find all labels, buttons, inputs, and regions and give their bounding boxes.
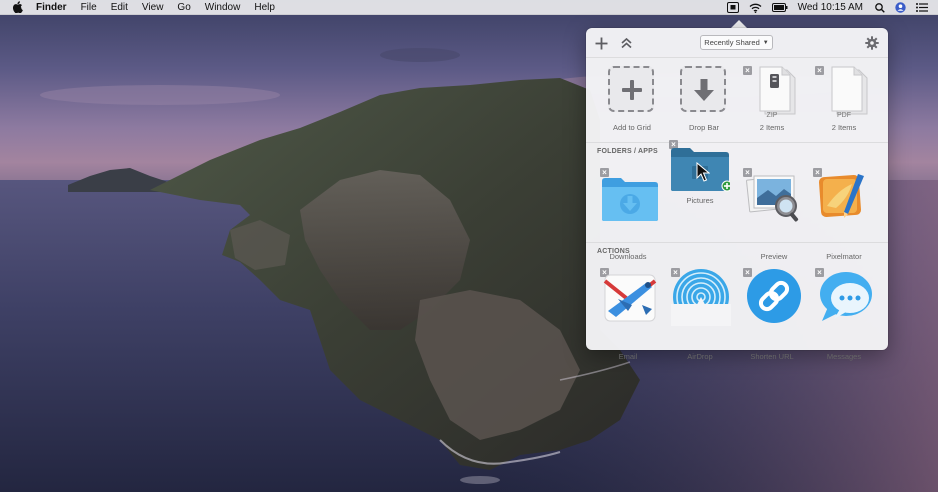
menu-go[interactable]: Go (177, 2, 190, 13)
preview-app-tile[interactable]: × Preview (742, 168, 806, 261)
add-to-grid-label: Add to Grid (613, 123, 651, 132)
zip-badge: ZIP (766, 112, 778, 119)
zip-items-label: 2 Items (759, 123, 785, 132)
airdrop-icon (671, 269, 731, 326)
zip-items-tile[interactable]: × ZIP 2 Items (740, 64, 804, 144)
battery-icon[interactable] (771, 0, 788, 15)
menu-file[interactable]: File (81, 2, 97, 13)
search-icon[interactable] (875, 0, 885, 15)
settings-button[interactable] (864, 35, 880, 51)
pixelmator-app-icon (818, 174, 864, 218)
actions-heading: ACTIONS (597, 248, 630, 255)
add-to-grid-tile[interactable]: Add to Grid (600, 64, 664, 144)
menu-bar-status-area: Wed 10:15 AM (726, 0, 938, 15)
messages-icon (820, 272, 872, 321)
collapse-button[interactable] (618, 35, 634, 51)
apple-icon[interactable] (12, 1, 24, 13)
arrow-down-icon (694, 79, 714, 101)
folders-apps-heading: FOLDERS / APPS (597, 148, 658, 155)
section-divider (586, 142, 888, 143)
drop-bar-tile[interactable]: Drop Bar (672, 64, 736, 144)
airdrop-action-tile[interactable]: × AirDrop (668, 268, 732, 361)
zip-file-icon (759, 66, 796, 115)
add-button[interactable] (593, 35, 609, 51)
plus-icon (622, 80, 642, 100)
email-icon (603, 274, 657, 322)
recently-shared-dropdown[interactable]: Recently Shared ▼ (700, 35, 773, 50)
messages-label: Messages (826, 352, 862, 361)
dropzone-icon[interactable] (726, 0, 739, 15)
caret-down-icon: ▼ (762, 39, 769, 46)
pictures-label: Pictures (686, 196, 714, 205)
airdrop-label: AirDrop (687, 352, 713, 361)
preview-app-icon (746, 175, 799, 222)
drop-bar-label: Drop Bar (688, 123, 719, 132)
chevron-double-up-icon (620, 37, 632, 48)
menu-bar: Finder File Edit View Go Window Help Wed… (0, 0, 938, 15)
popover-toolbar: Recently Shared ▼ (586, 28, 888, 58)
menu-bar-clock[interactable]: Wed 10:15 AM (798, 2, 863, 13)
menu-edit[interactable]: Edit (111, 2, 128, 13)
remove-zip-button[interactable]: × (743, 66, 752, 75)
pictures-tile[interactable]: × Pictures (668, 140, 732, 220)
cursor-icon (696, 162, 710, 182)
pdf-file-icon (831, 66, 868, 115)
menu-app-finder[interactable]: Finder (36, 2, 67, 13)
pdf-badge: PDF (837, 112, 851, 119)
pdf-items-tile[interactable]: × PDF 2 Items (812, 64, 876, 144)
link-icon (747, 269, 801, 323)
remove-pdf-button[interactable]: × (815, 66, 824, 75)
preview-label: Preview (760, 252, 788, 261)
shorten-url-action-tile[interactable]: × Shorten URL (740, 268, 804, 361)
dropzone-popover: Recently Shared ▼ Add to Grid Drop Bar ×… (586, 28, 888, 361)
pixelmator-app-tile[interactable]: × Pixelmator (812, 168, 876, 261)
menu-help[interactable]: Help (254, 2, 275, 13)
popover-arrow (731, 20, 747, 28)
wifi-icon[interactable] (749, 0, 762, 15)
plus-icon (595, 37, 607, 49)
downloads-folder-icon (602, 178, 658, 221)
menu-view[interactable]: View (142, 2, 164, 13)
pixelmator-label: Pixelmator (826, 252, 862, 261)
dropdown-value: Recently Shared (704, 38, 760, 47)
pdf-items-label: 2 Items (831, 123, 857, 132)
gear-icon (865, 36, 879, 50)
user-icon[interactable] (895, 0, 906, 15)
section-divider (586, 242, 888, 243)
downloads-tile[interactable]: × Downloads (596, 168, 660, 261)
email-label: Email (618, 352, 638, 361)
email-action-tile[interactable]: × Email (596, 268, 660, 361)
shorten-url-label: Shorten URL (750, 352, 794, 361)
messages-action-tile[interactable]: × Messages (812, 268, 876, 361)
list-icon[interactable] (916, 0, 928, 15)
menu-window[interactable]: Window (205, 2, 241, 13)
